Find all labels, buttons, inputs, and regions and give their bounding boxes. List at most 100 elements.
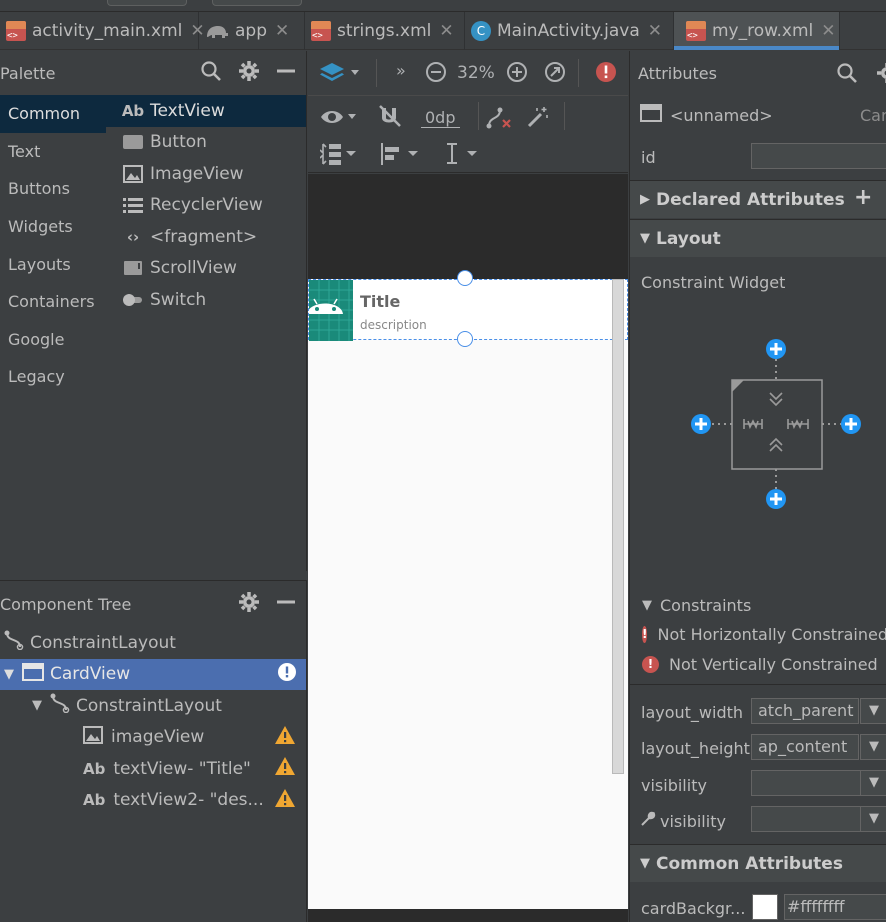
zoom-out-icon[interactable] xyxy=(425,61,447,87)
error-icon[interactable] xyxy=(278,662,296,686)
canvas-scrollbar[interactable] xyxy=(612,279,624,774)
eye-icon[interactable] xyxy=(320,106,358,132)
tab-main-activity[interactable]: C MainActivity.java ✕ xyxy=(465,12,674,50)
chevron-down-icon[interactable]: ▼ xyxy=(860,770,886,796)
palette-item-button[interactable]: Button xyxy=(106,127,306,159)
palette-item-textview[interactable]: Ab TextView xyxy=(106,95,306,127)
common-attributes-section[interactable]: ▼ Common Attributes xyxy=(630,844,886,882)
close-icon[interactable]: ✕ xyxy=(648,21,662,41)
toolbar-separator xyxy=(578,59,579,87)
tab-app[interactable]: app ✕ xyxy=(199,12,305,50)
chevron-down-icon[interactable]: ▼ xyxy=(860,734,886,760)
palette-category-google[interactable]: Google xyxy=(0,321,106,359)
overflow-icon[interactable]: » xyxy=(396,61,406,80)
chevron-down-icon[interactable]: ▼ xyxy=(32,698,42,713)
tab-my-row[interactable]: my_row.xml ✕ xyxy=(674,12,840,50)
palette-item-imageview[interactable]: ImageView xyxy=(106,158,306,190)
gradle-elephant-icon xyxy=(205,21,229,41)
tree-node-label: ConstraintLayout xyxy=(76,695,222,716)
clear-constraints-icon[interactable] xyxy=(486,106,514,134)
tree-node-textview[interactable]: Ab textView- "Title" xyxy=(0,753,306,785)
palette-item-switch[interactable]: Switch xyxy=(106,284,306,316)
constraint-handle-bottom[interactable] xyxy=(457,331,473,347)
card-background-field[interactable]: #ffffffff xyxy=(784,894,886,920)
magic-wand-icon[interactable] xyxy=(526,105,550,133)
zoom-fit-icon[interactable] xyxy=(544,61,566,87)
design-canvas[interactable]: Title description xyxy=(308,174,628,922)
color-swatch[interactable] xyxy=(752,894,778,920)
constraints-section[interactable]: ▼ Constraints xyxy=(630,591,886,619)
constraint-error-horizontal: ! Not Horizontally Constrained xyxy=(630,619,886,649)
align-icon[interactable] xyxy=(380,142,422,170)
card-title-text[interactable]: Title xyxy=(360,292,400,311)
tab-strings[interactable]: strings.xml ✕ xyxy=(305,12,465,50)
tree-node-textview2[interactable]: Ab textView2- "des... xyxy=(0,785,306,817)
minimize-icon[interactable] xyxy=(276,592,296,616)
id-input[interactable] xyxy=(751,143,886,169)
guidelines-icon[interactable] xyxy=(443,142,483,170)
constraint-widget[interactable] xyxy=(686,335,866,515)
chevron-down-icon: ▼ xyxy=(642,597,652,613)
search-icon[interactable] xyxy=(836,62,858,88)
image-icon xyxy=(83,725,103,749)
tools-visibility-field[interactable] xyxy=(751,806,861,832)
layout-section[interactable]: ▼ Layout xyxy=(630,219,886,257)
gear-icon[interactable] xyxy=(876,62,886,88)
constraint-error-text: Not Vertically Constrained xyxy=(669,654,878,674)
palette-category-text[interactable]: Text xyxy=(0,133,106,171)
layout-width-field[interactable]: atch_parent xyxy=(751,698,859,724)
zoom-in-icon[interactable] xyxy=(506,61,528,87)
palette-category-layouts[interactable]: Layouts xyxy=(0,245,106,283)
layers-icon[interactable] xyxy=(320,61,362,89)
constraint-handle-top[interactable] xyxy=(457,270,473,286)
xml-file-icon xyxy=(6,21,26,41)
run-config-dropdown[interactable] xyxy=(107,0,187,6)
tree-node-constraintlayout-child[interactable]: ▼ ConstraintLayout xyxy=(0,690,306,722)
palette-item-scrollview[interactable]: ScrollView xyxy=(106,253,306,285)
palette-item-fragment[interactable]: ‹› <fragment> xyxy=(106,221,306,253)
palette-category-legacy[interactable]: Legacy xyxy=(0,358,106,396)
default-margin-field[interactable]: 0dp xyxy=(421,108,460,128)
warning-icon[interactable] xyxy=(274,788,296,813)
tab-activity-main[interactable]: activity_main.xml ✕ xyxy=(0,12,205,50)
component-tree-title: Component Tree xyxy=(0,594,132,614)
attributes-panel: Attributes <unnamed> Car id ▶ Declared A… xyxy=(629,51,886,922)
gear-icon[interactable] xyxy=(238,591,260,617)
visibility-label: visibility xyxy=(641,775,707,795)
palette-category-containers[interactable]: Containers xyxy=(0,283,106,321)
palette-category-common[interactable]: Common xyxy=(0,95,106,133)
chevron-down-icon[interactable]: ▼ xyxy=(4,667,14,682)
chevron-down-icon[interactable]: ▼ xyxy=(860,806,886,832)
add-icon[interactable]: + xyxy=(854,185,872,210)
tree-node-cardview[interactable]: ▼ CardView xyxy=(0,658,306,690)
layout-height-field[interactable]: ap_content xyxy=(751,734,859,760)
gear-icon[interactable] xyxy=(238,60,260,86)
tree-node-constraintlayout-root[interactable]: ConstraintLayout xyxy=(0,627,306,659)
visibility-field[interactable] xyxy=(751,770,861,796)
constraint-layout-icon xyxy=(50,693,70,718)
close-icon[interactable]: ✕ xyxy=(821,21,835,41)
close-icon[interactable]: ✕ xyxy=(439,21,453,41)
error-icon[interactable] xyxy=(595,61,617,87)
close-icon[interactable]: ✕ xyxy=(275,21,289,41)
pack-icon[interactable] xyxy=(319,142,360,170)
declared-attributes-section[interactable]: ▶ Declared Attributes + xyxy=(630,180,886,218)
card-description-text[interactable]: description xyxy=(360,318,427,332)
switch-icon xyxy=(122,293,144,307)
device-dropdown[interactable] xyxy=(212,0,302,6)
chevron-down-icon: ▼ xyxy=(640,231,650,246)
warning-icon[interactable] xyxy=(274,756,296,781)
warning-icon[interactable] xyxy=(274,725,296,750)
chevron-down-icon[interactable]: ▼ xyxy=(860,698,886,724)
text-glyph-icon: Ab xyxy=(83,791,106,810)
minimize-icon[interactable] xyxy=(276,61,296,85)
palette-category-widgets[interactable]: Widgets xyxy=(0,208,106,246)
android-robot-icon[interactable] xyxy=(309,280,353,341)
tree-node-imageview[interactable]: imageView xyxy=(0,722,306,754)
tab-label: activity_main.xml xyxy=(32,21,183,41)
search-icon[interactable] xyxy=(200,60,222,86)
palette-category-buttons[interactable]: Buttons xyxy=(0,170,106,208)
magnet-off-icon[interactable] xyxy=(378,104,402,134)
attributes-title: Attributes xyxy=(638,63,717,83)
palette-item-recyclerview[interactable]: RecyclerView xyxy=(106,190,306,222)
